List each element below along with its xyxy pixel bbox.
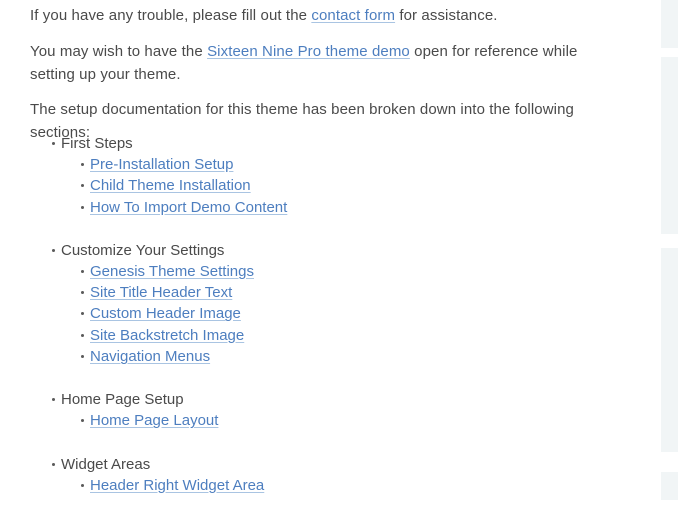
section-group-title: Customize Your Settings — [0, 240, 600, 261]
list-item: How To Import Demo Content — [0, 197, 600, 218]
section-link-home-page-layout[interactable]: Home Page Layout — [90, 412, 218, 429]
list-item: Pre-Installation Setup — [0, 154, 600, 175]
sidebar-widget-block[interactable] — [661, 57, 678, 234]
list-item: Header Right Widget Area — [0, 475, 600, 496]
section-group-first-steps: First Steps Pre-Installation Setup Child… — [0, 133, 600, 218]
theme-demo-link[interactable]: Sixteen Nine Pro theme demo — [207, 43, 410, 60]
sidebar-widget-column — [661, 0, 678, 500]
paragraph-trouble: If you have any trouble, please fill out… — [0, 5, 660, 28]
section-link-navigation-menus[interactable]: Navigation Menus — [90, 348, 210, 365]
section-group-title: First Steps — [0, 133, 600, 154]
sidebar-widget-block[interactable] — [661, 472, 678, 500]
section-group-widget-areas: Widget Areas Header Right Widget Area — [0, 454, 600, 496]
section-link-custom-header-image[interactable]: Custom Header Image — [90, 305, 241, 322]
section-link-list: Home Page Layout — [0, 410, 600, 431]
documentation-sections-list: First Steps Pre-Installation Setup Child… — [0, 133, 600, 518]
paragraph-theme-demo-text-before: You may wish to have the — [30, 43, 208, 60]
paragraph-trouble-text-after: for assistance. — [395, 7, 498, 24]
section-link-how-to-import-demo-content[interactable]: How To Import Demo Content — [90, 199, 287, 216]
contact-form-link[interactable]: contact form — [311, 7, 395, 24]
section-link-pre-installation-setup[interactable]: Pre-Installation Setup — [90, 156, 233, 173]
sidebar-widget-block[interactable] — [661, 0, 678, 48]
paragraph-trouble-text-before: If you have any trouble, please fill out… — [30, 7, 312, 24]
list-item: Home Page Layout — [0, 410, 600, 431]
list-item: Site Backstretch Image — [0, 325, 600, 346]
section-link-genesis-theme-settings[interactable]: Genesis Theme Settings — [90, 263, 254, 280]
section-group-customize-your-settings: Customize Your Settings Genesis Theme Se… — [0, 240, 600, 367]
documentation-page: If you have any trouble, please fill out… — [0, 0, 678, 500]
section-link-site-backstretch-image[interactable]: Site Backstretch Image — [90, 327, 244, 344]
section-group-list: First Steps Pre-Installation Setup Child… — [0, 133, 600, 496]
section-group-title: Home Page Setup — [0, 389, 600, 410]
paragraph-theme-demo: You may wish to have the Sixteen Nine Pr… — [0, 41, 650, 86]
section-group-title: Widget Areas — [0, 454, 600, 475]
section-link-list: Genesis Theme Settings Site Title Header… — [0, 261, 600, 367]
list-item: Genesis Theme Settings — [0, 261, 600, 282]
list-item: Child Theme Installation — [0, 175, 600, 196]
list-item: Custom Header Image — [0, 303, 600, 324]
section-group-home-page-setup: Home Page Setup Home Page Layout — [0, 389, 600, 431]
section-link-header-right-widget-area[interactable]: Header Right Widget Area — [90, 477, 264, 494]
section-link-list: Pre-Installation Setup Child Theme Insta… — [0, 154, 600, 218]
sidebar-widget-block[interactable] — [661, 248, 678, 452]
list-item: Navigation Menus — [0, 346, 600, 367]
section-link-child-theme-installation[interactable]: Child Theme Installation — [90, 177, 251, 194]
section-link-list: Header Right Widget Area — [0, 475, 600, 496]
list-item: Site Title Header Text — [0, 282, 600, 303]
section-link-site-title-header-text[interactable]: Site Title Header Text — [90, 284, 232, 301]
